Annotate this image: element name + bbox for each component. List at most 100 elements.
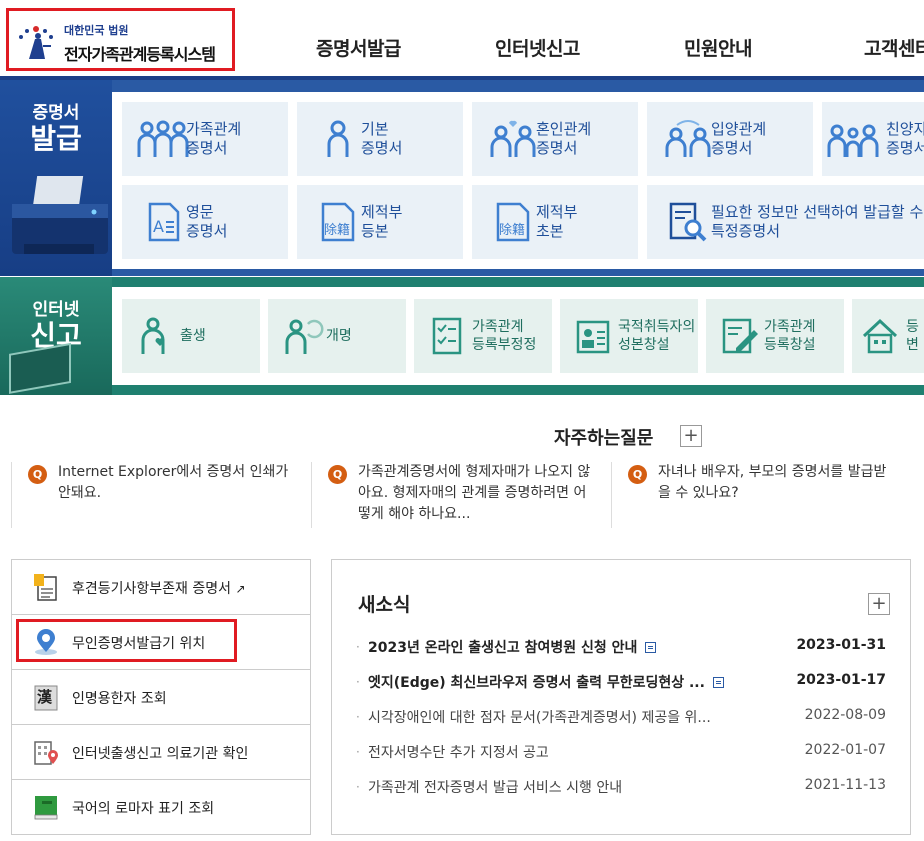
house-icon [862, 318, 898, 354]
tile-label-2: 증명서 [186, 222, 228, 240]
quick-guardianship-certificate[interactable]: 후견등기사항부존재 증명서 ↗ [12, 560, 310, 615]
tile-family-certificate[interactable]: 가족관계 증명서 [122, 102, 288, 176]
tile-label-1: 혼인관계 [536, 120, 592, 138]
tile-removed-register-abstract[interactable]: 除籍 제적부 초본 [472, 185, 638, 259]
news-title: 새소식 [358, 594, 411, 616]
news-item-title: 2023년 온라인 출생신고 참여병원 신청 안내 [368, 640, 638, 656]
document-icon [645, 642, 657, 653]
tile-label-2: 등본 [361, 222, 389, 240]
site-logo[interactable]: 대한민국 법원 전자가족관계등록시스템 [6, 8, 235, 71]
person-icon [327, 120, 349, 157]
news-item[interactable]: · 엣지(Edge) 최신브라우저 증명서 출력 무한로딩현상 ... 2023… [356, 672, 886, 694]
issue-tile-panel: 가족관계 증명서 기본 증명서 혼인관계 증명서 입양관계 증명서 친양자 증명… [112, 92, 924, 269]
quick-label: 국어의 로마자 표기 조회 [72, 801, 215, 817]
tile-residence-change[interactable]: 등변 [852, 299, 924, 373]
bullet-icon: · [356, 675, 360, 689]
tile-label-2: 증명서 [361, 139, 403, 157]
id-card-icon [576, 320, 610, 354]
issue-side-title: 증명서 발급 [30, 103, 82, 155]
faq-item[interactable]: Q 자녀나 배우자, 부모의 증명서를 발급받을 수 있나요? [611, 462, 897, 528]
header: 대한민국 법원 전자가족관계등록시스템 증명서발급 인터넷신고 민원안내 고객센… [0, 0, 924, 76]
document-icon [712, 677, 724, 688]
tile-label-1: 입양관계 [711, 120, 767, 138]
faq-title: 자주하는질문 [554, 428, 654, 449]
court-name: 대한민국 법원 [64, 24, 129, 37]
nav-customer-center[interactable]: 고객센터 [864, 34, 924, 61]
news-item-date: 2023-01-31 [796, 637, 886, 653]
faq-more-button[interactable]: + [680, 425, 702, 447]
baby-icon [141, 317, 165, 354]
issue-side-banner: 증명서 발급 [0, 80, 112, 276]
tile-full-adoption-certificate[interactable]: 친양자 증명서 [822, 102, 924, 176]
quick-label: 인명용한자 조회 [72, 691, 167, 707]
form-pen-icon [722, 318, 758, 354]
quick-menu: 후견등기사항부존재 증명서 ↗ 무인증명서발급기 위치 漢 인명용한자 조회 인… [11, 559, 311, 835]
news-item[interactable]: · 시각장애인에 대한 점자 문서(가족관계증명서) 제공을 위... 2022… [356, 707, 886, 729]
tile-label-1: 가족관계 [472, 319, 524, 335]
quick-label: 인터넷출생신고 의료기관 확인 [72, 746, 249, 762]
tile-label-1: 개명 [326, 328, 352, 344]
svg-text:漢: 漢 [37, 688, 53, 706]
tile-label-2: 특정증명서 [711, 222, 781, 240]
tile-english-certificate[interactable]: A 영문 증명서 [122, 185, 288, 259]
news-item-title: 시각장애인에 대한 점자 문서(가족관계증명서) 제공을 위... [368, 710, 711, 726]
tile-label-2: 증명서 [186, 139, 228, 157]
quick-label: 후견등기사항부존재 증명서 [72, 581, 232, 597]
tile-adoption-certificate[interactable]: 입양관계 증명서 [647, 102, 813, 176]
tile-name-change-report[interactable]: 개명 [268, 299, 406, 373]
report-tile-panel: 출생 개명 가족관계 등록부정정 국적취득자의 성본창설 가족관계 등록창설 등… [112, 287, 924, 385]
tile-label-1: 영문 [186, 203, 214, 221]
news-item[interactable]: · 가족관계 전자증명서 발급 서비스 시행 안내 2021-11-13 [356, 777, 886, 799]
bullet-icon: · [356, 745, 360, 759]
svg-text:除籍: 除籍 [499, 222, 525, 238]
tile-label-2: 증명서 [536, 139, 578, 157]
faq-item[interactable]: Q 가족관계증명서에 형제자매가 나오지 않아요. 형제자매의 관계를 증명하려… [311, 462, 597, 528]
tile-label-1: 제적부 [536, 203, 578, 221]
news-item-title: 엣지(Edge) 최신브라우저 증명서 출력 무한로딩현상 ... [368, 675, 705, 691]
highlight-box [16, 619, 237, 662]
news-panel: 새소식 + · 2023년 온라인 출생신고 참여병원 신청 안내 2023-0… [331, 559, 911, 835]
tile-naturalized-surname[interactable]: 국적취득자의성본창설 [560, 299, 698, 373]
tile-label-2: 변 [906, 337, 919, 353]
news-item-date: 2022-01-07 [804, 742, 886, 758]
tile-label-1: 국적취득자의 [618, 319, 696, 335]
certificate-issue-section: 증명서 발급 가족관계 증명서 기본 증명서 혼인관계 증명서 입양관계 증명서… [0, 76, 924, 276]
news-item[interactable]: · 전자서명수단 추가 지정서 공고 2022-01-07 [356, 742, 886, 764]
english-document-icon: A [148, 202, 180, 242]
svg-text:除籍: 除籍 [324, 222, 350, 238]
news-more-button[interactable]: + [868, 593, 890, 615]
nav-issue[interactable]: 증명서발급 [316, 34, 401, 61]
document-icon [34, 574, 57, 601]
family-icon [827, 124, 879, 157]
tile-removed-register-copy[interactable]: 除籍 제적부 등본 [297, 185, 463, 259]
tile-register-correction[interactable]: 가족관계 등록부정정 [414, 299, 552, 373]
nav-guide[interactable]: 민원안내 [684, 34, 752, 61]
internet-report-section: 인터넷 신고 출생 개명 가족관계 등록부정정 국적취득자의 성본창설 가족관계… [0, 277, 924, 395]
couple-icon [490, 120, 536, 157]
news-item[interactable]: · 2023년 온라인 출생신고 참여병원 신청 안내 2023-01-31 [356, 637, 886, 659]
adoption-icon [665, 120, 711, 157]
register-icon: 除籍 [321, 202, 355, 242]
green-book-icon [34, 796, 58, 820]
nav-report[interactable]: 인터넷신고 [495, 34, 580, 61]
quick-name-hanja-lookup[interactable]: 漢 인명용한자 조회 [12, 670, 310, 725]
tile-specific-certificate[interactable]: 필요한 정보만 선택하여 발급할 수 특정증명서 [647, 185, 924, 259]
question-badge-icon: Q [28, 465, 47, 484]
tile-label-1: 필요한 정보만 선택하여 발급할 수 [711, 203, 924, 221]
quick-romanization-lookup[interactable]: 국어의 로마자 표기 조회 [12, 780, 310, 835]
bullet-icon: · [356, 780, 360, 794]
quick-hospital-check[interactable]: 인터넷출생신고 의료기관 확인 [12, 725, 310, 780]
faq-item[interactable]: Q Internet Explorer에서 증명서 인쇄가 안돼요. [11, 462, 297, 528]
rename-icon [285, 319, 324, 354]
bullet-icon: · [356, 710, 360, 724]
tile-register-creation[interactable]: 가족관계 등록창설 [706, 299, 844, 373]
bullet-icon: · [356, 640, 360, 654]
tile-basic-certificate[interactable]: 기본 증명서 [297, 102, 463, 176]
system-name: 전자가족관계등록시스템 [64, 45, 216, 64]
computer-icon [9, 342, 71, 394]
tile-marriage-certificate[interactable]: 혼인관계 증명서 [472, 102, 638, 176]
tile-label-2: 성본창설 [618, 337, 670, 353]
tile-birth-report[interactable]: 출생 [122, 299, 260, 373]
svg-text:A: A [153, 217, 164, 236]
news-item-title: 전자서명수단 추가 지정서 공고 [368, 745, 549, 761]
